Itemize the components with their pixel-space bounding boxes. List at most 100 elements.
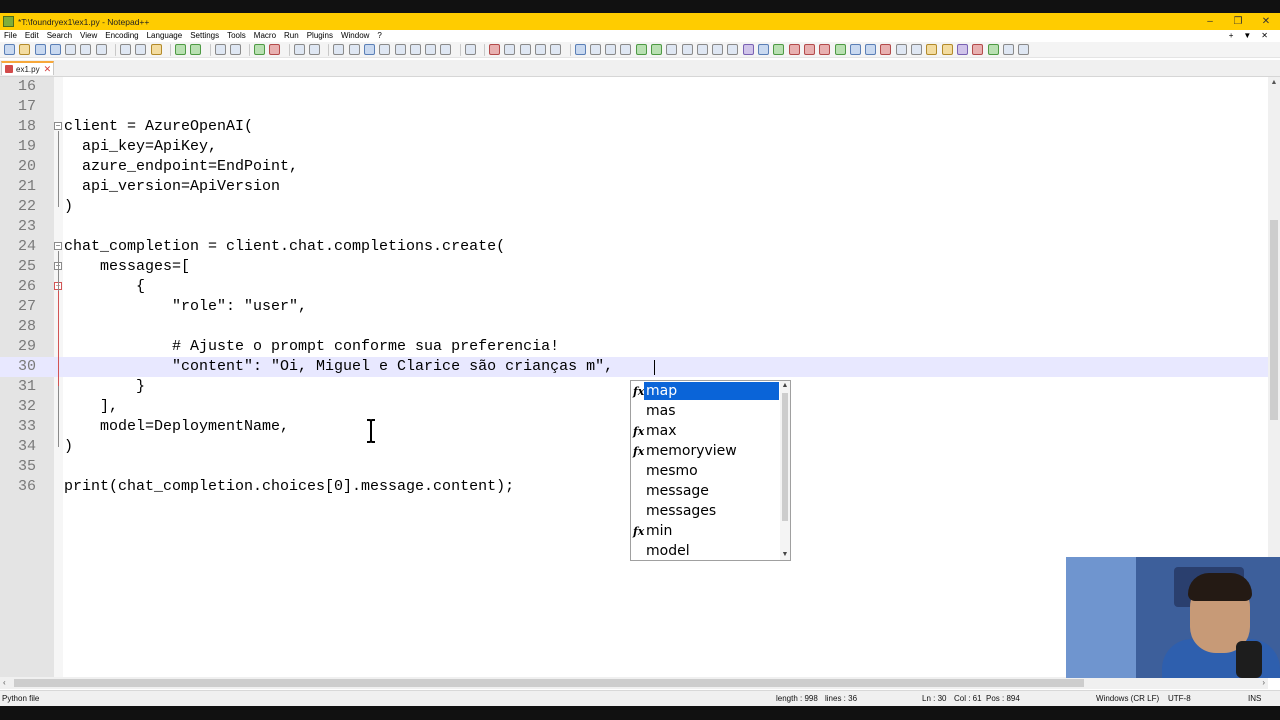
menu-encoding[interactable]: Encoding [101, 30, 142, 42]
plugin-icon-9[interactable] [696, 44, 708, 55]
save-icon[interactable] [34, 44, 46, 55]
plugin-icon-27[interactable] [972, 44, 984, 55]
indent-guide-icon[interactable] [363, 44, 375, 55]
menu-file[interactable]: File [0, 30, 21, 42]
all-chars-icon[interactable] [348, 44, 360, 55]
plugin-icon-24[interactable] [926, 44, 938, 55]
autocomplete-scrollbar[interactable]: ▲ ▼ [780, 381, 790, 560]
menu-search[interactable]: Search [43, 30, 76, 42]
plugin-icon-20[interactable] [865, 44, 877, 55]
plugin-icon-13[interactable] [758, 44, 770, 55]
menu-tools[interactable]: Tools [223, 30, 250, 42]
menu-run[interactable]: Run [280, 30, 303, 42]
maximize-button[interactable]: ❐ [1224, 13, 1252, 30]
copy-icon[interactable] [135, 44, 147, 55]
menu-help[interactable]: ? [373, 30, 385, 42]
plugin-icon-3[interactable] [605, 44, 617, 55]
doc-list-icon[interactable] [409, 44, 421, 55]
run-macro-multiple-icon[interactable] [534, 44, 546, 55]
close-doc-button[interactable]: ✕ [1261, 30, 1268, 42]
plugin-icon-15[interactable] [788, 44, 800, 55]
fold-collapse-icon[interactable]: − [54, 122, 62, 130]
plugin-icon-11[interactable] [727, 44, 739, 55]
scroll-right-icon[interactable]: › [1262, 677, 1265, 689]
undo-icon[interactable] [174, 44, 186, 55]
save-macro-icon[interactable] [550, 44, 562, 55]
plugin-icon-10[interactable] [712, 44, 724, 55]
doc-map-icon[interactable] [394, 44, 406, 55]
tab-list-button[interactable]: ▼ [1243, 30, 1251, 42]
open-file-icon[interactable] [19, 44, 31, 55]
close-all-icon[interactable] [80, 44, 92, 55]
tab-ex1-py[interactable]: ex1.py ✕ [1, 61, 54, 75]
autocomplete-item[interactable]: fx max [631, 422, 781, 442]
record-macro-icon[interactable] [489, 44, 501, 55]
print-icon[interactable] [95, 44, 107, 55]
plugin-icon-25[interactable] [941, 44, 953, 55]
paste-icon[interactable] [150, 44, 162, 55]
plugin-icon-22[interactable] [895, 44, 907, 55]
scroll-up-icon[interactable]: ▲ [780, 381, 790, 391]
plugin-icon-26[interactable] [956, 44, 968, 55]
plugin-icon-7[interactable] [666, 44, 678, 55]
scroll-up-icon[interactable]: ▲ [1268, 77, 1280, 89]
stop-macro-icon[interactable] [504, 44, 516, 55]
plugin-icon-1[interactable] [574, 44, 586, 55]
sync-vertical-icon[interactable] [293, 44, 305, 55]
save-all-icon[interactable] [49, 44, 61, 55]
plugin-icon-19[interactable] [849, 44, 861, 55]
folder-workspace-icon[interactable] [440, 44, 452, 55]
monitoring-icon[interactable] [464, 44, 476, 55]
close-file-icon[interactable] [65, 44, 77, 55]
plugin-icon-29[interactable] [1002, 44, 1014, 55]
autocomplete-item[interactable]: fx min [631, 522, 781, 542]
autocomplete-item[interactable]: mas [631, 402, 781, 422]
plugin-icon-5[interactable] [635, 44, 647, 55]
close-button[interactable]: ✕ [1252, 13, 1280, 30]
scroll-left-icon[interactable]: ‹ [3, 677, 6, 689]
horizontal-scrollbar[interactable]: ‹ › [0, 677, 1268, 689]
menu-language[interactable]: Language [143, 30, 187, 42]
sync-horizontal-icon[interactable] [309, 44, 321, 55]
plugin-icon-14[interactable] [773, 44, 785, 55]
find-icon[interactable] [214, 44, 226, 55]
autocomplete-item[interactable]: messages [631, 502, 781, 522]
play-macro-icon[interactable] [519, 44, 531, 55]
plugin-icon-16[interactable] [803, 44, 815, 55]
menu-window[interactable]: Window [337, 30, 373, 42]
menu-edit[interactable]: Edit [21, 30, 43, 42]
new-file-icon[interactable] [4, 44, 15, 55]
replace-icon[interactable] [229, 44, 241, 55]
scrollbar-thumb[interactable] [782, 393, 788, 521]
scroll-down-icon[interactable]: ▼ [780, 550, 790, 560]
fold-collapse-icon[interactable]: − [54, 242, 62, 250]
plugin-icon-18[interactable] [834, 44, 846, 55]
autocomplete-item[interactable]: model [631, 542, 781, 562]
plugin-icon-12[interactable] [742, 44, 754, 55]
scrollbar-thumb[interactable] [1270, 220, 1278, 420]
word-wrap-icon[interactable] [333, 44, 345, 55]
menu-plugins[interactable]: Plugins [303, 30, 337, 42]
plugin-icon-8[interactable] [681, 44, 693, 55]
autocomplete-item[interactable]: mesmo [631, 462, 781, 482]
plugin-icon-21[interactable] [880, 44, 892, 55]
zoom-in-icon[interactable] [254, 44, 266, 55]
plugin-icon-23[interactable] [911, 44, 923, 55]
function-list-icon[interactable] [425, 44, 437, 55]
cut-icon[interactable] [120, 44, 132, 55]
plugin-icon-30[interactable] [1018, 44, 1030, 55]
tab-close-icon[interactable]: ✕ [44, 64, 52, 74]
autocomplete-item[interactable]: fx map [631, 382, 781, 402]
menu-macro[interactable]: Macro [250, 30, 280, 42]
plugin-icon-2[interactable] [589, 44, 601, 55]
plugin-icon-28[interactable] [987, 44, 999, 55]
plugin-icon-17[interactable] [819, 44, 831, 55]
new-tab-button[interactable]: + [1229, 30, 1234, 42]
scrollbar-thumb[interactable] [14, 679, 1084, 687]
redo-icon[interactable] [190, 44, 202, 55]
zoom-out-icon[interactable] [269, 44, 281, 55]
autocomplete-item[interactable]: message [631, 482, 781, 502]
autocomplete-item[interactable]: fx memoryview [631, 442, 781, 462]
plugin-icon-4[interactable] [620, 44, 632, 55]
menu-settings[interactable]: Settings [186, 30, 223, 42]
